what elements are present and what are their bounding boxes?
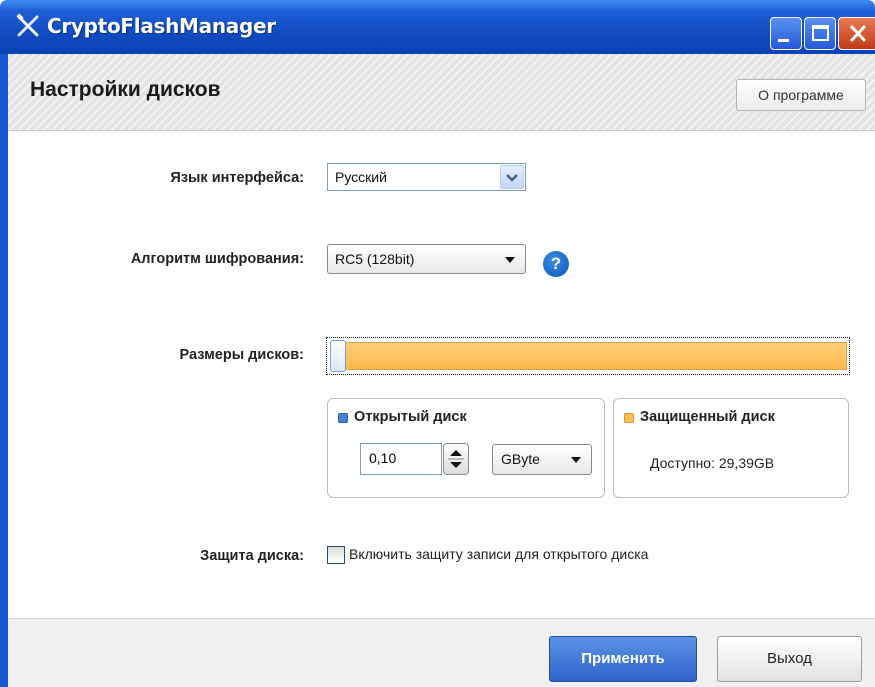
open-disk-title: Открытый диск: [354, 409, 467, 425]
language-label: Язык интерфейса:: [170, 170, 304, 186]
protected-disk-title: Защищенный диск: [640, 409, 775, 425]
crossed-tools-icon: [16, 13, 39, 37]
protected-disk-panel: Защищенный диск Доступно: 29,39GB: [613, 398, 849, 498]
dropdown-arrow-icon: [571, 457, 581, 463]
write-protection-label[interactable]: Включить защиту записи для открытого дис…: [349, 546, 648, 562]
algorithm-value: RC5 (128bit): [335, 251, 415, 267]
exit-button[interactable]: Выход: [717, 636, 862, 682]
disk-size-slider[interactable]: [326, 337, 850, 375]
maximize-button[interactable]: [804, 17, 836, 50]
title-bar[interactable]: CryptoFlashManager: [0, 0, 875, 54]
help-icon[interactable]: ?: [543, 251, 569, 277]
open-disk-panel: Открытый диск GByte: [327, 398, 605, 498]
window-title: CryptoFlashManager: [47, 14, 276, 38]
dropdown-arrow-icon: [505, 257, 515, 263]
chevron-down-icon: [506, 174, 518, 182]
language-dropdown-button[interactable]: [500, 165, 524, 189]
unit-value: GByte: [501, 451, 540, 467]
close-button[interactable]: [838, 17, 875, 50]
open-disk-size-input[interactable]: [361, 444, 439, 472]
page-title: Настройки дисков: [30, 78, 221, 101]
about-button[interactable]: О программе: [736, 79, 866, 111]
maximize-icon: [812, 25, 829, 41]
size-stepper[interactable]: [443, 443, 469, 475]
available-label: Доступно:: [650, 455, 715, 471]
stepper-arrows-icon: [448, 450, 464, 468]
page-header: Настройки дисков О программе: [8, 54, 875, 131]
algorithm-select[interactable]: RC5 (128bit): [327, 244, 526, 274]
minimize-button[interactable]: [770, 17, 802, 50]
open-disk-size-field[interactable]: [360, 443, 442, 475]
available-value: 29,39GB: [718, 455, 775, 471]
language-select[interactable]: Русский: [327, 163, 526, 191]
window-border: [0, 54, 8, 687]
disk-protection-label: Защита диска:: [200, 548, 304, 564]
disk-sizes-label: Размеры дисков:: [179, 347, 304, 363]
apply-button[interactable]: Применить: [549, 636, 697, 682]
protected-disk-range: [345, 342, 847, 370]
open-disk-marker-icon: [338, 413, 348, 423]
close-icon: [849, 24, 867, 43]
slider-handle[interactable]: [330, 340, 346, 372]
app-window: CryptoFlashManager Настройки дисков О пр…: [0, 0, 875, 687]
write-protection-checkbox[interactable]: [327, 546, 345, 564]
minimize-icon: [778, 39, 789, 42]
algorithm-label: Алгоритм шифрования:: [130, 251, 304, 267]
available-space: Доступно: 29,39GB: [650, 455, 774, 471]
protected-disk-marker-icon: [624, 413, 634, 423]
unit-select[interactable]: GByte: [492, 444, 592, 475]
language-value: Русский: [335, 169, 387, 185]
